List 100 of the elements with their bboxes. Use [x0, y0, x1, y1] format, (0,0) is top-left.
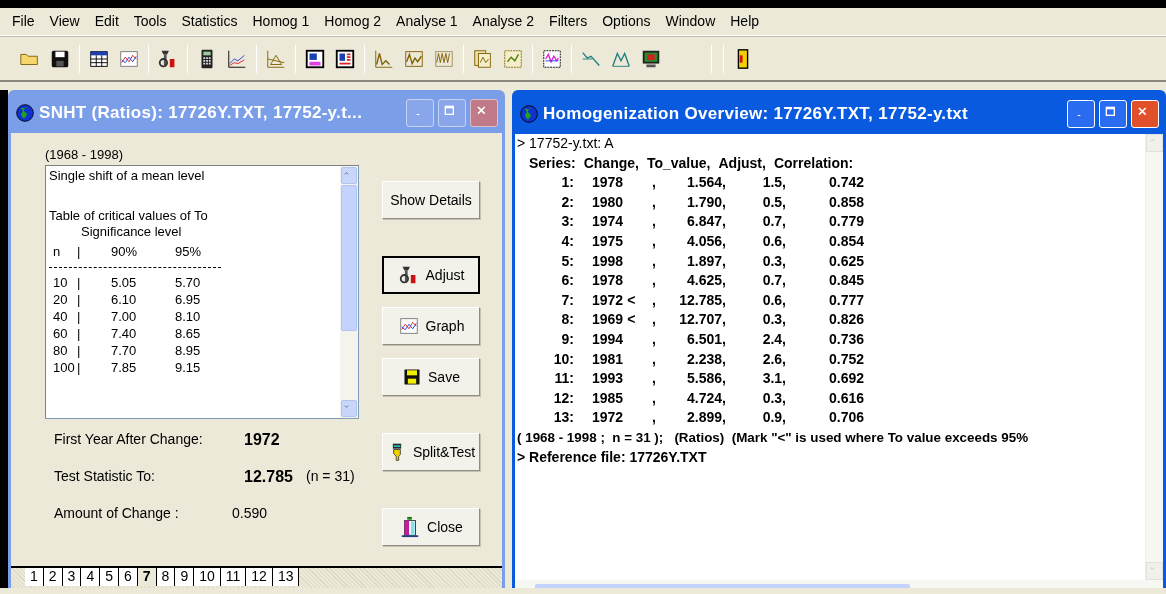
table-cell-text: 20 — [53, 291, 69, 308]
table-cell-text: 60 — [53, 325, 69, 342]
table-cell-text: 6.501, — [686, 329, 726, 349]
menu-item[interactable]: File — [12, 11, 35, 32]
table-cell-text: 12: — [552, 388, 574, 408]
dialog-button[interactable]: Adjust — [382, 256, 480, 294]
table-cell: 1972 — [592, 408, 624, 428]
menu-item[interactable]: Analyse 2 — [472, 11, 535, 32]
listbox-line: Significance level — [81, 224, 182, 240]
table-cell-text: | — [77, 342, 82, 359]
table-header: | — [77, 243, 82, 260]
dialog-button[interactable]: Show Details — [382, 181, 480, 219]
table-cell-text: 1994 — [592, 329, 624, 349]
table-cell-text: 6.10 — [111, 291, 138, 308]
text-line: > 17752-y.txt: A — [517, 134, 614, 153]
table-cell-text: 6: — [560, 271, 574, 291]
table-cell-text: 0.779 — [827, 212, 864, 232]
menu-item[interactable]: Window — [665, 11, 716, 32]
table-header: n — [53, 243, 62, 260]
scroll-thumb[interactable] — [535, 584, 910, 588]
menu-item[interactable]: View — [49, 11, 80, 32]
sheet-tab[interactable]: 10 — [194, 568, 221, 586]
table-cell-text: 1980 — [592, 192, 624, 212]
table-cell-text: 2: — [560, 192, 574, 212]
scrollbar[interactable] — [340, 166, 358, 418]
table-cell-text: 2.4, — [761, 329, 786, 349]
scrollbar[interactable] — [515, 580, 1163, 588]
table-cell-text: | — [77, 325, 82, 342]
sheet-tab[interactable]: 1 — [25, 568, 44, 586]
save-icon — [402, 367, 423, 387]
sheet-tab[interactable]: 13 — [272, 568, 300, 586]
table-cell-text: 0.3, — [761, 310, 786, 330]
table-cell-text: 2.238, — [686, 349, 726, 369]
table-cell-text: 0.6, — [761, 290, 786, 310]
table-cell-text: , — [652, 231, 657, 251]
table-cell: 1969 — [592, 310, 624, 330]
dialog-button[interactable]: Save — [382, 358, 480, 396]
table-cell-text: 0.858 — [827, 192, 864, 212]
menu-item[interactable]: Statistics — [181, 11, 238, 32]
menu-item[interactable]: Edit — [94, 11, 119, 32]
dialog-button[interactable]: Split&Test — [382, 433, 480, 471]
table-cell-text: 0.752 — [827, 349, 864, 369]
table-cell-text: 0.6, — [761, 231, 786, 251]
table-cell-text: 8.95 — [175, 342, 202, 359]
table-cell-text: 8.65 — [175, 325, 202, 342]
table-cell-text: | — [77, 308, 82, 325]
sheet-tab[interactable]: 12 — [246, 568, 273, 586]
menu-item[interactable]: Help — [730, 11, 760, 32]
table-cell-text: 0.9, — [761, 408, 786, 428]
table-cell-text: 7.00 — [111, 308, 138, 325]
table-cell-text: 10 — [53, 274, 69, 291]
table-cell-text: 0.742 — [827, 173, 864, 193]
menu-item[interactable]: Tools — [133, 11, 167, 32]
table-cell-text: , — [652, 251, 657, 271]
table-cell-text: 1998 — [592, 251, 624, 271]
table-cell-text: 1.564, — [686, 173, 726, 193]
table-cell-text: 0.7, — [761, 212, 786, 232]
menu-item[interactable]: Filters — [549, 11, 588, 32]
menu-item[interactable]: Analyse 1 — [396, 11, 458, 32]
table-cell: 1978 — [592, 271, 624, 291]
change-mark: < — [627, 290, 636, 310]
menu-item[interactable]: Options — [602, 11, 651, 32]
table-cell: 1974 — [592, 212, 624, 232]
sheet-tab[interactable]: 11 — [220, 568, 247, 586]
table-cell-text: , — [652, 212, 657, 232]
table-cell-text: , — [652, 173, 657, 193]
window-title: Homogenization Overview: 17726Y.TXT, 17752-y.txt — [543, 103, 970, 126]
menu-item[interactable]: Homog 2 — [324, 11, 382, 32]
table-cell-text: 1.897, — [686, 251, 726, 271]
sheet-tab[interactable]: 4 — [81, 568, 101, 586]
table-cell-text: 0.7, — [761, 271, 786, 291]
scroll-thumb[interactable] — [341, 185, 357, 331]
table-cell-text: 1972 — [592, 290, 624, 310]
table-cell-text: 7: — [560, 290, 574, 310]
table-cell-text: 2.6, — [761, 349, 786, 369]
table-cell-text: 7.70 — [111, 342, 138, 359]
table-cell-text: 0.736 — [827, 329, 864, 349]
table-cell-text: 0.777 — [827, 290, 864, 310]
dialog-button[interactable]: Close — [382, 508, 480, 546]
sheet-tab[interactable]: 5 — [100, 568, 119, 586]
close-button[interactable] — [470, 99, 498, 127]
table-cell-text: 5.05 — [111, 274, 138, 291]
table-cell-text: 6.847, — [686, 212, 726, 232]
table-cell-text: | — [77, 274, 82, 291]
change-mark: < — [627, 310, 636, 330]
table-cell-text: 0.5, — [761, 192, 786, 212]
menu-item[interactable]: Homog 1 — [252, 11, 310, 32]
maximize-button[interactable] — [438, 99, 466, 127]
table-cell-text: 1981 — [592, 349, 624, 369]
globe-icon — [15, 103, 35, 123]
table-cell-text: 5.70 — [175, 274, 202, 291]
table-cell-text: 9: — [560, 329, 574, 349]
table-cell-text: 0.625 — [827, 251, 864, 271]
table-cell-text: 5: — [560, 251, 574, 271]
table-header: 95% — [175, 243, 203, 260]
sheet-tab[interactable]: 9 — [175, 568, 195, 586]
table-cell-text: 13: — [552, 408, 574, 428]
dialog-button[interactable]: Graph — [382, 307, 480, 345]
listbox-line: Table of critical values of To — [49, 208, 208, 224]
table-cell-text: 0.692 — [827, 369, 864, 389]
